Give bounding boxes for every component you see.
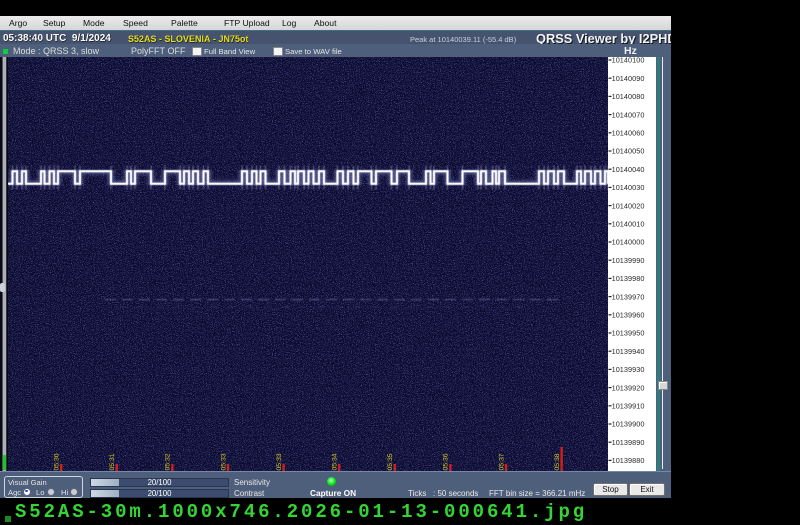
svg-text:10139950: 10139950 <box>612 329 645 338</box>
svg-text:10140050: 10140050 <box>612 147 645 156</box>
svg-text:10140030: 10140030 <box>612 183 645 192</box>
svg-text:05:31: 05:31 <box>109 453 116 470</box>
svg-text:10139930: 10139930 <box>612 365 645 374</box>
svg-text:10139960: 10139960 <box>612 311 645 320</box>
svg-text:05:36: 05:36 <box>443 453 450 470</box>
svg-text:10139890: 10139890 <box>612 438 645 447</box>
svg-text:10139990: 10139990 <box>612 256 645 265</box>
svg-text:10140020: 10140020 <box>612 201 645 210</box>
svg-text:05:33: 05:33 <box>276 453 283 470</box>
svg-text:10140010: 10140010 <box>612 220 645 229</box>
svg-text:05:37: 05:37 <box>498 453 505 470</box>
svg-text:10140000: 10140000 <box>612 238 645 247</box>
svg-text:10139880: 10139880 <box>612 456 645 465</box>
svg-text:10139910: 10139910 <box>612 402 645 411</box>
svg-text:05:34: 05:34 <box>332 453 339 470</box>
svg-text:10140070: 10140070 <box>612 110 645 119</box>
svg-text:10140040: 10140040 <box>612 165 645 174</box>
svg-text:10140060: 10140060 <box>612 129 645 138</box>
svg-text:10139980: 10139980 <box>612 274 645 283</box>
svg-text:10139970: 10139970 <box>612 292 645 301</box>
svg-text:05:30: 05:30 <box>54 453 61 470</box>
svg-text:10140100: 10140100 <box>612 57 645 65</box>
svg-text:05:33: 05:33 <box>220 453 227 470</box>
svg-text:10140080: 10140080 <box>612 92 645 101</box>
svg-text:05:35: 05:35 <box>387 453 394 470</box>
svg-text:10139940: 10139940 <box>612 347 645 356</box>
svg-text:10139920: 10139920 <box>612 383 645 392</box>
svg-text:10140090: 10140090 <box>612 74 645 83</box>
svg-text:05:38: 05:38 <box>554 453 561 470</box>
svg-text:10139900: 10139900 <box>612 420 645 429</box>
svg-text:05:32: 05:32 <box>165 453 172 470</box>
